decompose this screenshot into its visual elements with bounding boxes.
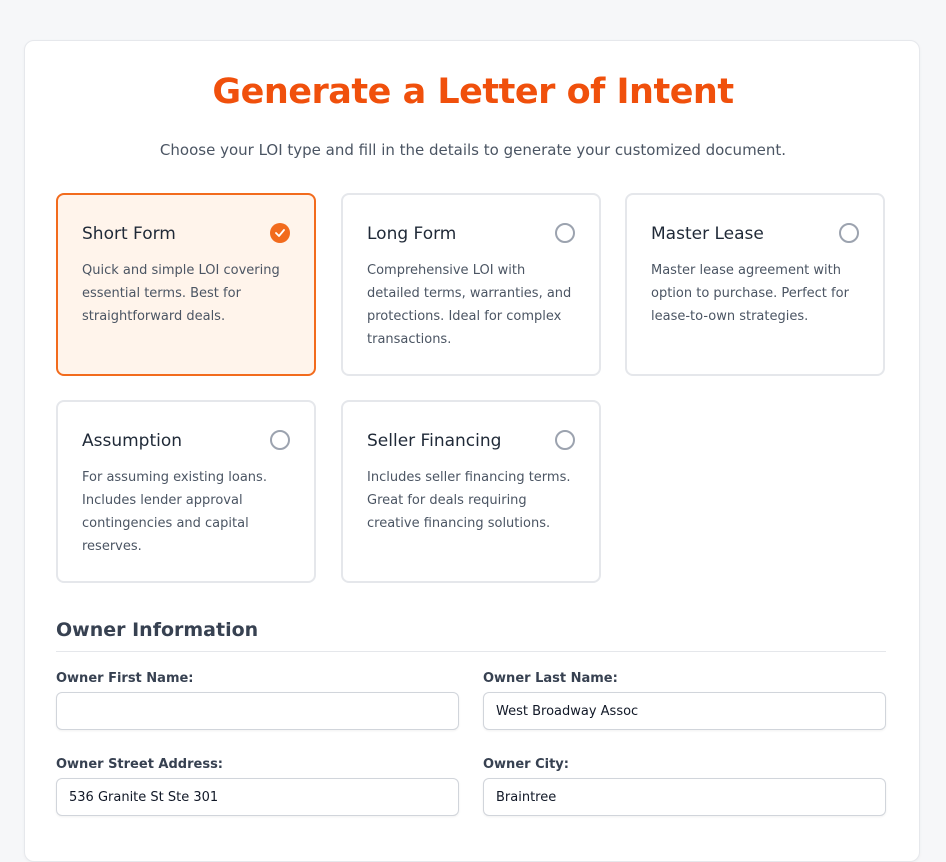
radio-unchecked-icon[interactable] — [270, 430, 290, 450]
loi-option-master-lease[interactable]: Master Lease Master lease agreement with… — [625, 193, 885, 376]
option-title: Long Form — [367, 224, 457, 244]
owner-city-label: Owner City: — [483, 757, 569, 772]
section-divider — [56, 651, 886, 652]
page-subtitle: Choose your LOI type and fill in the det… — [159, 141, 787, 159]
option-description: Comprehensive LOI with detailed terms, w… — [367, 263, 572, 347]
radio-unchecked-icon[interactable] — [555, 223, 575, 243]
radio-checked-icon[interactable] — [270, 223, 290, 243]
option-description: Includes seller financing terms. Great f… — [367, 470, 571, 531]
owner-last-name-input[interactable] — [483, 692, 886, 730]
option-title: Seller Financing — [367, 431, 502, 451]
owner-city-input[interactable] — [483, 778, 886, 816]
option-description: For assuming existing loans. Includes le… — [82, 470, 267, 554]
option-title: Assumption — [82, 431, 183, 451]
loi-option-long-form[interactable]: Long Form Comprehensive LOI with detaile… — [341, 193, 601, 376]
loi-option-assumption[interactable]: Assumption For assuming existing loans. … — [56, 400, 316, 583]
owner-first-name-label: Owner First Name: — [56, 671, 194, 686]
radio-unchecked-icon[interactable] — [555, 430, 575, 450]
owner-street-label: Owner Street Address: — [56, 757, 224, 772]
option-title: Master Lease — [651, 224, 764, 244]
loi-option-seller-financing[interactable]: Seller Financing Includes seller financi… — [341, 400, 601, 583]
option-title: Short Form — [82, 224, 176, 244]
loi-option-short-form[interactable]: Short Form Quick and simple LOI covering… — [56, 193, 316, 376]
option-description: Master lease agreement with option to pu… — [651, 263, 849, 324]
owner-first-name-input[interactable] — [56, 692, 459, 730]
owner-section-title: Owner Information — [56, 619, 259, 641]
owner-street-input[interactable] — [56, 778, 459, 816]
owner-last-name-label: Owner Last Name: — [483, 671, 618, 686]
radio-unchecked-icon[interactable] — [839, 223, 859, 243]
option-description: Quick and simple LOI covering essential … — [82, 263, 280, 324]
page-title: Generate a Letter of Intent — [212, 72, 734, 112]
